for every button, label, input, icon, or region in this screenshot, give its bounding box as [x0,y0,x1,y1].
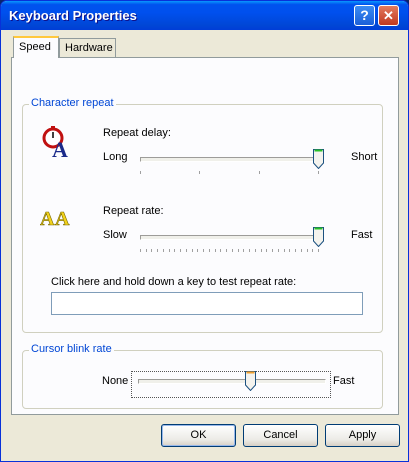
repeat-rate-thumb[interactable] [313,227,324,247]
repeat-rate-tick [277,249,279,252]
repeat-rate-tick [203,249,205,252]
character-repeat-label: Character repeat [29,97,116,109]
repeat-rate-tick [151,249,153,252]
repeat-rate-tick [214,249,216,252]
tab-hardware[interactable]: Hardware [59,38,116,57]
repeat-rate-tick [157,249,159,252]
svg-text:A: A [52,137,68,159]
repeat-rate-tick [243,249,245,252]
cursor-blink-group: Cursor blink rate None Fast [22,343,383,409]
cursor-blink-thumb[interactable] [244,371,256,391]
cursor-blink-right-label: Fast [333,375,355,387]
repeat-delay-left-label: Long [103,151,128,163]
repeat-rate-tick [145,249,147,252]
repeat-rate-tick [283,249,285,252]
cursor-blink-focus [131,371,331,398]
help-icon: ? [360,7,369,23]
repeat-rate-tick [318,249,319,252]
repeat-rate-tick [162,249,164,252]
repeat-rate-label: Repeat rate: [103,205,164,217]
repeat-delay-tick [140,171,141,174]
repeat-delay-thumb[interactable] [313,149,324,169]
window-title: Keyboard Properties [9,8,137,23]
repeat-rate-icon: A A [40,208,70,229]
repeat-delay-icon: A [42,126,68,159]
repeat-rate-tick [289,249,291,252]
title-bar[interactable]: Keyboard Properties ? ✕ [1,1,408,30]
repeat-rate-tick [260,249,262,252]
repeat-rate-tick [300,249,302,252]
cursor-blink-label: Cursor blink rate [29,343,114,355]
svg-text:A: A [55,208,70,229]
repeat-delay-label: Repeat delay: [103,127,171,139]
repeat-rate-right-label: Fast [351,229,373,241]
help-button[interactable]: ? [354,5,375,26]
repeat-rate-tick [312,249,314,252]
apply-button[interactable]: Apply [325,424,400,447]
svg-text:A: A [40,208,55,229]
repeat-delay-track[interactable] [140,157,320,162]
repeat-rate-tick [208,249,210,252]
repeat-rate-tick [306,249,308,252]
repeat-rate-tick [249,249,251,252]
test-repeat-prompt: Click here and hold down a key to test r… [51,276,297,288]
repeat-rate-left-label: Slow [103,229,127,241]
repeat-rate-tick [266,249,268,252]
cursor-blink-track[interactable] [138,379,326,384]
repeat-delay-tick [318,171,319,174]
repeat-rate-tick [191,249,193,252]
dialog-client: Speed Hardware Character repeat A Repeat… [5,30,404,457]
repeat-rate-tick [140,249,141,252]
ok-button[interactable]: OK [161,424,236,447]
repeat-rate-tick [272,249,274,252]
repeat-rate-tick [231,249,233,252]
cancel-button[interactable]: Cancel [243,424,318,447]
repeat-rate-tick [226,249,228,252]
repeat-rate-tick [180,249,182,252]
repeat-rate-tick [254,249,256,252]
repeat-rate-track[interactable] [140,235,320,240]
repeat-delay-right-label: Short [351,151,378,163]
repeat-rate-tick [197,249,199,252]
speed-tab-page: Character repeat A Repeat delay: Long Sh… [11,57,399,415]
repeat-rate-tick [185,249,187,252]
repeat-rate-tick [237,249,239,252]
repeat-rate-tick [174,249,176,252]
close-button[interactable]: ✕ [378,5,399,26]
repeat-rate-tick [220,249,222,252]
cursor-blink-left-label: None [102,375,129,387]
test-repeat-field[interactable] [51,292,363,315]
close-icon: ✕ [383,8,394,23]
repeat-delay-tick [199,171,201,174]
repeat-rate-tick [168,249,170,252]
keyboard-properties-window: Keyboard Properties ? ✕ Speed Hardware C… [0,0,409,462]
repeat-rate-tick [295,249,297,252]
repeat-delay-tick [258,171,260,174]
character-repeat-group: Character repeat A Repeat delay: Long Sh… [22,97,383,333]
tab-speed[interactable]: Speed [13,36,59,58]
